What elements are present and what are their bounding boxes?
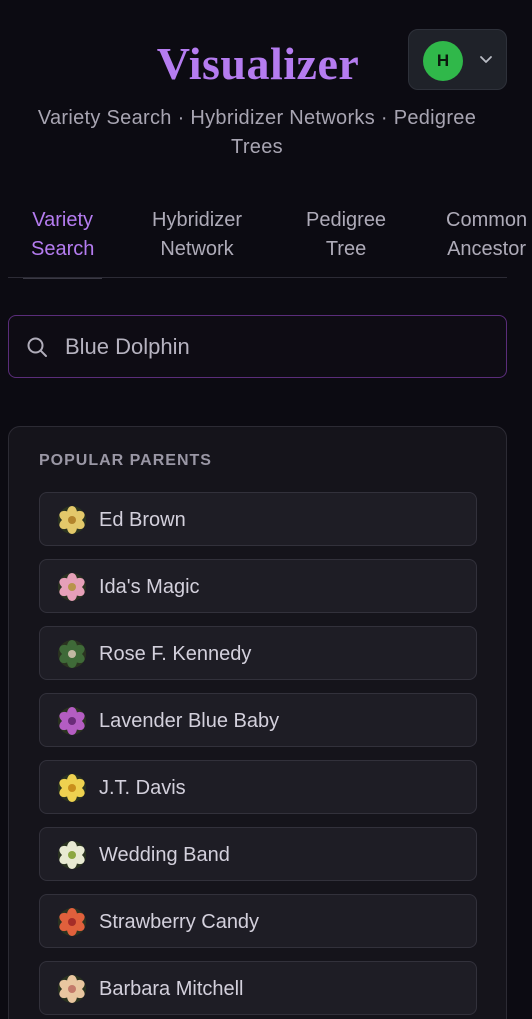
- variety-search-box: [8, 315, 507, 378]
- tab-label-line2: Search: [31, 238, 95, 260]
- popular-parent-item[interactable]: Strawberry Candy: [39, 894, 477, 948]
- popular-parent-item[interactable]: Ed Brown: [39, 492, 477, 546]
- popular-parent-label: Lavender Blue Baby: [99, 710, 280, 732]
- app-subtitle: Variety Search · Hybridizer Networks · P…: [37, 107, 477, 158]
- tab-label-line1: Variety: [32, 209, 94, 231]
- popular-parent-item[interactable]: Ida's Magic: [39, 559, 477, 613]
- flower-thumbnail-icon: [58, 506, 86, 534]
- flower-thumbnail-icon: [58, 975, 86, 1003]
- tab-pedigree-tree[interactable]: Pedigree Tree: [306, 206, 386, 279]
- tab-common-ancestor[interactable]: Common Ancestor: [446, 206, 527, 279]
- popular-parents-panel: POPULAR PARENTS Ed Brown Ida's Magic Rose …: [8, 426, 507, 1019]
- popular-parent-item[interactable]: Rose F. Kennedy: [39, 626, 477, 680]
- tab-label-line1: Common: [446, 209, 528, 231]
- flower-thumbnail-icon: [58, 774, 86, 802]
- flower-thumbnail-icon: [58, 640, 86, 668]
- flower-thumbnail-icon: [58, 707, 86, 735]
- tab-variety-search[interactable]: Variety Search: [22, 206, 103, 279]
- tab-label-line2: Tree: [325, 238, 367, 260]
- user-menu-button[interactable]: H: [408, 29, 507, 90]
- popular-parent-item[interactable]: J.T. Davis: [39, 760, 477, 814]
- user-avatar: H: [423, 41, 463, 81]
- tab-label-line2: Network: [160, 238, 234, 260]
- popular-parent-label: Ed Brown: [99, 509, 186, 531]
- popular-parent-label: Wedding Band: [99, 844, 230, 866]
- main-tabs: Variety Search Hybridizer Network Pedigr…: [8, 206, 532, 279]
- chevron-down-icon: [480, 56, 492, 63]
- flower-thumbnail-icon: [58, 573, 86, 601]
- tab-label-line1: Hybridizer: [152, 209, 243, 231]
- popular-parent-item[interactable]: Barbara Mitchell: [39, 961, 477, 1015]
- search-icon: [27, 337, 47, 357]
- popular-parents-heading: POPULAR PARENTS: [39, 452, 212, 469]
- flower-thumbnail-icon: [58, 908, 86, 936]
- variety-search-input[interactable]: [65, 328, 495, 366]
- popular-parent-label: Strawberry Candy: [99, 911, 260, 933]
- popular-parent-label: Rose F. Kennedy: [99, 643, 252, 665]
- popular-parent-item[interactable]: Wedding Band: [39, 827, 477, 881]
- tab-hybridizer-network[interactable]: Hybridizer Network: [152, 206, 242, 279]
- tab-label-line1: Pedigree: [306, 209, 387, 231]
- tab-label-line2: Ancestor: [447, 238, 527, 260]
- popular-parent-item[interactable]: Lavender Blue Baby: [39, 693, 477, 747]
- popular-parent-label: J.T. Davis: [99, 777, 186, 799]
- popular-parent-label: Barbara Mitchell: [99, 978, 244, 1000]
- tabs-divider: [8, 277, 507, 278]
- flower-thumbnail-icon: [58, 841, 86, 869]
- visualizer-page: Visualizer H Variety Search · Hybridizer…: [0, 0, 532, 1019]
- popular-parent-label: Ida's Magic: [99, 576, 200, 598]
